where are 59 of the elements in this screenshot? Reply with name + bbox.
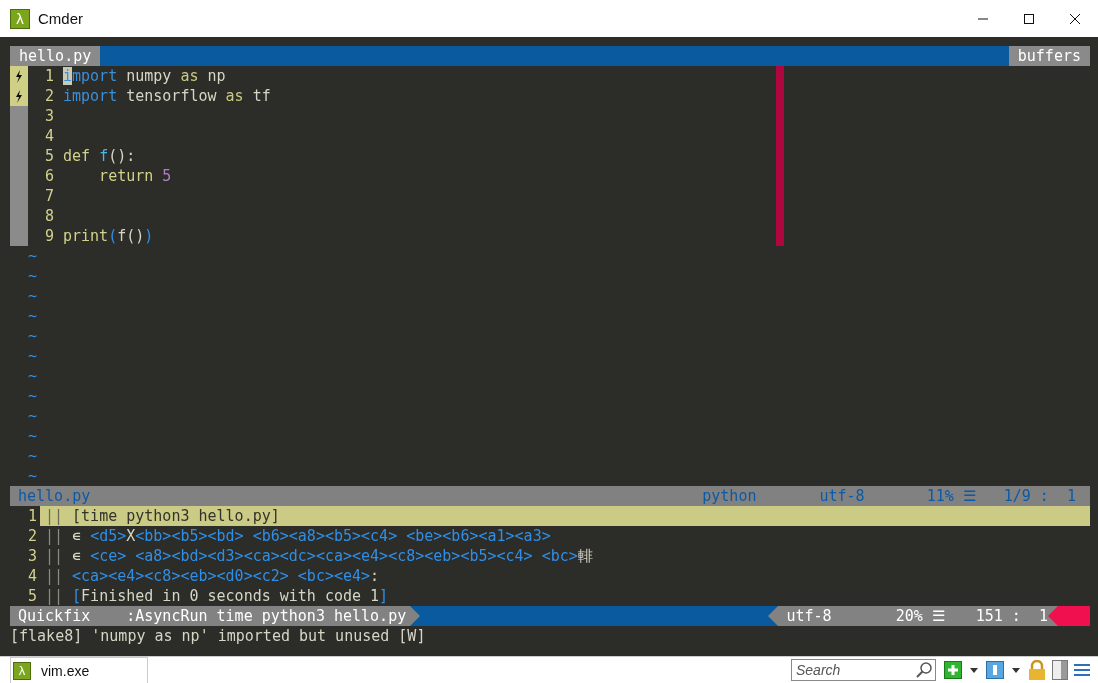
empty-line-marker: ~ bbox=[27, 326, 38, 346]
empty-line-marker: ~ bbox=[27, 466, 38, 486]
quickfix-entry[interactable]: || [Finished in 0 seconds with code 1] bbox=[40, 586, 1090, 606]
line-number: 1 bbox=[26, 506, 38, 526]
code-text: def f(): bbox=[63, 146, 136, 166]
empty-line-marker: ~ bbox=[27, 386, 38, 406]
quickfix-entry[interactable]: || ∊ <d5>X<bb><b5><bd> <b6><a8><b5><c4> <be><b6><a1><a3> bbox=[40, 526, 1090, 546]
dropdown-arrow-icon[interactable] bbox=[1012, 667, 1020, 673]
buffers-label: buffers bbox=[1008, 46, 1090, 66]
line-number: 9 bbox=[43, 226, 55, 246]
search-field[interactable]: Search bbox=[791, 659, 936, 681]
line-number: 3 bbox=[26, 546, 38, 566]
maximize-icon bbox=[1023, 12, 1035, 25]
code-text: print(f()) bbox=[63, 226, 154, 246]
search-icon bbox=[915, 661, 933, 679]
split-panel-icon[interactable] bbox=[1052, 660, 1068, 680]
quickfix-entry[interactable]: || <ca><e4><c8><eb><d0><c2> <bc><e4>: bbox=[40, 566, 1090, 586]
scroll-percent: 11% ☰ bbox=[926, 486, 976, 506]
line-number: 7 bbox=[43, 186, 55, 206]
close-icon bbox=[1069, 12, 1081, 25]
empty-line-marker: ~ bbox=[27, 446, 38, 466]
file-encoding: utf-8 bbox=[819, 486, 865, 506]
message-line: [flake8] 'numpy as np' imported but unused [W] bbox=[10, 626, 427, 646]
empty-line-marker: ~ bbox=[27, 286, 38, 306]
cursor-position: 1/9 : 1 bbox=[1003, 486, 1076, 506]
code-text: import tensorflow as tf bbox=[63, 86, 271, 106]
line-number: 2 bbox=[43, 86, 55, 106]
empty-line-marker: ~ bbox=[27, 346, 38, 366]
lock-icon[interactable] bbox=[1028, 660, 1046, 680]
console-tab[interactable]: λ vim.exe bbox=[10, 657, 148, 683]
lightning-icon bbox=[15, 89, 23, 103]
quickfix-entry[interactable]: || ∊ <ce> <a8><bd><d3><ca><dc><ca><e4><c8><eb><b5><c4> <bc>輫 bbox=[40, 546, 1090, 566]
line-number: 4 bbox=[26, 566, 38, 586]
info-icon[interactable] bbox=[986, 661, 1004, 679]
app-icon: λ bbox=[10, 8, 30, 29]
lightning-icon bbox=[15, 69, 23, 83]
line-number: 5 bbox=[43, 146, 55, 166]
empty-line-marker: ~ bbox=[27, 406, 38, 426]
file-name: hello.py bbox=[17, 486, 91, 506]
line-number: 5 bbox=[26, 586, 38, 606]
file-type: python bbox=[702, 486, 757, 506]
line-number: 2 bbox=[26, 526, 38, 546]
new-console-icon[interactable] bbox=[944, 661, 962, 679]
empty-line-marker: ~ bbox=[27, 266, 38, 286]
mode-indicator-icon bbox=[1048, 606, 1090, 626]
code-text: return 5 bbox=[98, 166, 172, 186]
line-number: 6 bbox=[43, 166, 55, 186]
empty-line-marker: ~ bbox=[27, 366, 38, 386]
dropdown-arrow-icon[interactable] bbox=[970, 667, 978, 673]
line-number: 3 bbox=[43, 106, 55, 126]
quickfix-entry[interactable]: || [time python3 hello.py] bbox=[40, 506, 1090, 526]
line-number: 4 bbox=[43, 126, 55, 146]
empty-line-marker: ~ bbox=[27, 246, 38, 266]
line-number: 1 bbox=[43, 66, 55, 86]
line-number: 8 bbox=[43, 206, 55, 226]
empty-line-marker: ~ bbox=[27, 426, 38, 446]
menu-icon[interactable] bbox=[1074, 662, 1090, 678]
window-title: Cmder bbox=[38, 10, 83, 27]
empty-line-marker: ~ bbox=[27, 306, 38, 326]
